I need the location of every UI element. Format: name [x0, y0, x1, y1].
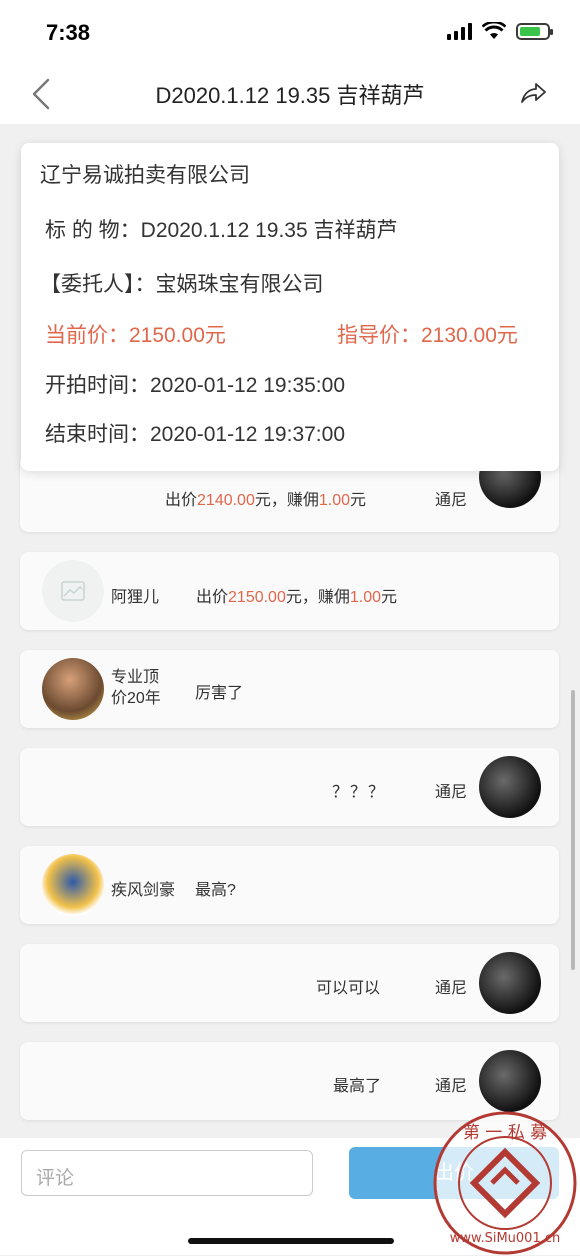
end-time: 结束时间：2020-01-12 19:37:00 — [45, 423, 345, 446]
comment-message: 最高了 — [333, 1078, 382, 1095]
list-item: 可以可以 通尼 — [20, 944, 559, 1022]
list-item: 疾风剑豪 最高? — [20, 846, 559, 924]
user-name: 专业顶 价20年 — [111, 669, 161, 707]
nav-bar: D2020.1.12 19.35 吉祥葫芦 — [0, 62, 580, 124]
comment-message: ？？？ — [332, 784, 387, 801]
battery-icon — [516, 22, 553, 40]
avatar[interactable] — [42, 854, 104, 916]
comment-message: 厉害了 — [195, 685, 244, 702]
bid-message: 出价2150.00元，赚佣1.00元 — [196, 589, 398, 606]
avatar[interactable] — [42, 560, 104, 622]
image-placeholder-icon — [61, 581, 85, 601]
home-indicator — [188, 1238, 394, 1244]
auction-consignor: 【委托人】：宝娲珠宝有限公司 — [40, 273, 324, 296]
cellular-signal-icon — [447, 22, 472, 40]
avatar[interactable] — [479, 1050, 541, 1112]
bid-message: 出价2140.00元，赚佣1.00元 — [165, 492, 367, 509]
avatar[interactable] — [479, 756, 541, 818]
user-name: 疾风剑豪 — [111, 882, 176, 899]
list-item: ？？？ 通尼 — [20, 748, 559, 826]
guide-price: 指导价：2130.00元 — [337, 324, 518, 347]
list-item: 最高了 通尼 — [20, 1042, 559, 1120]
share-icon[interactable] — [518, 78, 548, 108]
list-item: 阿狸儿 出价2150.00元，赚佣1.00元 — [20, 552, 559, 630]
comment-message: 可以可以 — [316, 980, 381, 997]
user-name: 通尼 — [434, 492, 467, 509]
status-icons — [447, 22, 553, 40]
status-bar: 7:38 — [0, 0, 580, 62]
scrollbar[interactable] — [571, 690, 575, 970]
svg-text:第 一 私 募: 第 一 私 募 — [463, 1123, 547, 1143]
wifi-icon — [482, 22, 506, 39]
svg-text:www.SiMu001.cn: www.SiMu001.cn — [450, 1231, 561, 1246]
auction-lot: 标 的 物：D2020.1.12 19.35 吉祥葫芦 — [45, 219, 398, 242]
current-price: 当前价：2150.00元 — [45, 324, 226, 347]
comment-message: 最高? — [195, 882, 236, 899]
auction-company: 辽宁易诚拍卖有限公司 — [40, 164, 250, 187]
start-time: 开拍时间：2020-01-12 19:35:00 — [45, 374, 345, 397]
list-item: 专业顶 价20年 厉害了 — [20, 650, 559, 728]
comment-input[interactable]: 评论 — [21, 1150, 313, 1196]
page-title: D2020.1.12 19.35 吉祥葫芦 — [155, 83, 425, 108]
user-name: 通尼 — [434, 784, 467, 801]
avatar[interactable] — [479, 952, 541, 1014]
watermark-logo: 第 一 私 募 www.SiMu001.cn — [433, 1111, 577, 1255]
user-name: 阿狸儿 — [111, 589, 160, 606]
user-name: 通尼 — [434, 1078, 467, 1095]
user-name: 通尼 — [434, 980, 467, 997]
auction-info-card: 辽宁易诚拍卖有限公司 标 的 物：D2020.1.12 19.35 吉祥葫芦 【… — [21, 143, 559, 471]
avatar[interactable] — [42, 658, 104, 720]
status-time: 7:38 — [46, 20, 91, 45]
